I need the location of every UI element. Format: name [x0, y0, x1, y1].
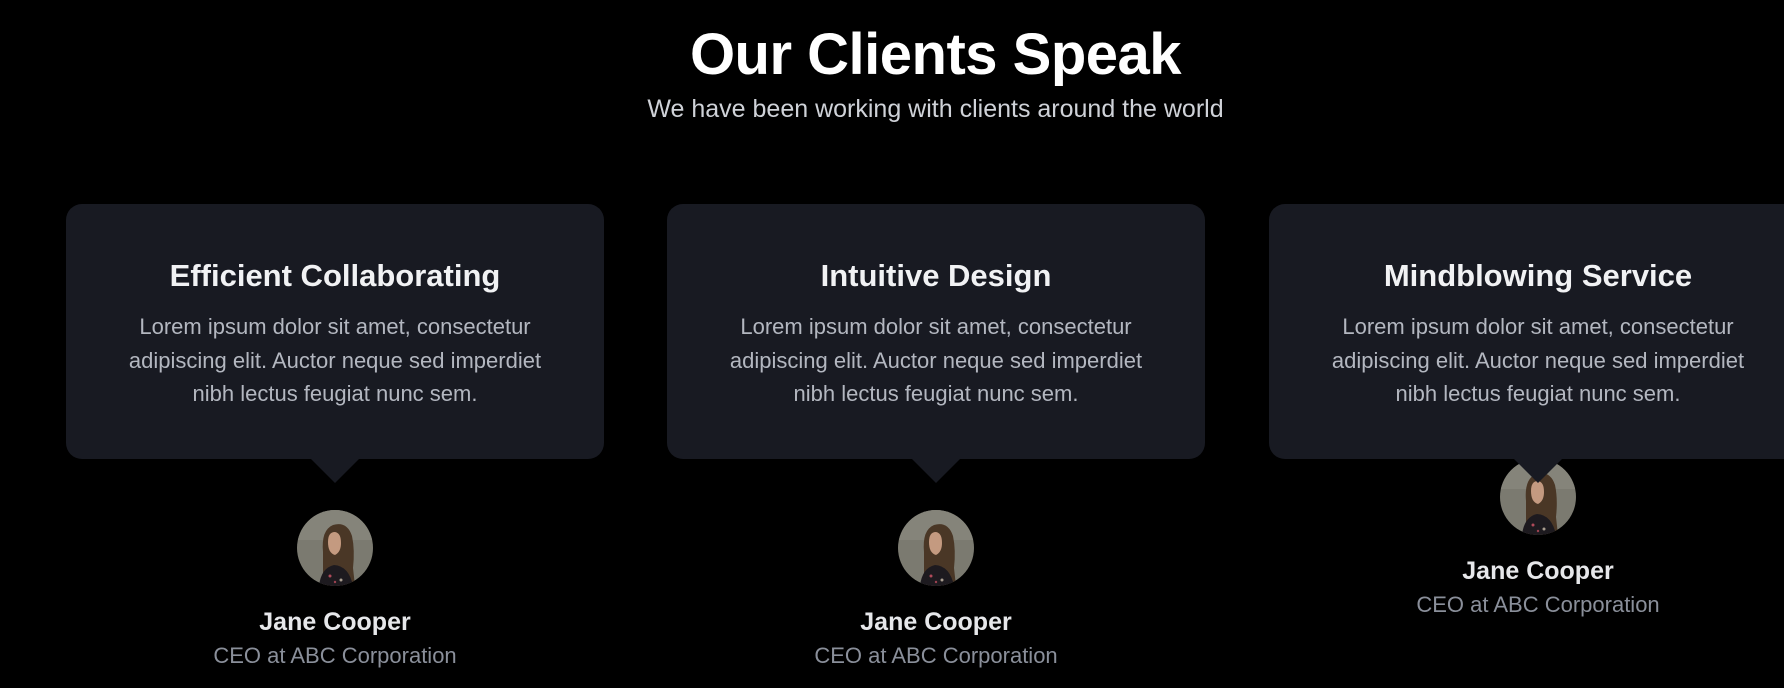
testimonial-title: Efficient Collaborating — [169, 258, 501, 293]
testimonial-text: Lorem ipsum dolor sit amet, consectetur … — [1331, 314, 1745, 406]
author-role: CEO at ABC Corporation — [1416, 592, 1660, 617]
testimonial-column-1: Efficient Collaborating Lorem ipsum dolo… — [66, 204, 604, 671]
author-name: Jane Cooper — [259, 608, 411, 636]
testimonial-card: Intuitive Design Lorem ipsum dolor sit a… — [667, 204, 1205, 483]
author-name: Jane Cooper — [1462, 557, 1614, 585]
author-role: CEO at ABC Corporation — [814, 643, 1058, 668]
testimonial-text: Lorem ipsum dolor sit amet, consectetur … — [729, 314, 1143, 406]
author-name: Jane Cooper — [860, 608, 1012, 636]
author-role: CEO at ABC Corporation — [213, 643, 457, 668]
avatar — [898, 510, 974, 586]
testimonials-section: Our Clients Speak We have been working w… — [0, 0, 1784, 688]
testimonial-text: Lorem ipsum dolor sit amet, consectetur … — [128, 314, 542, 406]
testimonial-column-2: Intuitive Design Lorem ipsum dolor sit a… — [667, 204, 1205, 671]
testimonial-card: Mindblowing Service Lorem ipsum dolor si… — [1269, 204, 1784, 483]
testimonial-author: Jane Cooper CEO at ABC Corporation — [66, 510, 604, 671]
testimonial-author: Jane Cooper CEO at ABC Corporation — [667, 510, 1205, 671]
testimonial-card: Efficient Collaborating Lorem ipsum dolo… — [66, 204, 604, 483]
avatar — [297, 510, 373, 586]
testimonial-title: Mindblowing Service — [1383, 258, 1693, 293]
testimonial-title: Intuitive Design — [820, 258, 1052, 293]
testimonial-column-3: Mindblowing Service Lorem ipsum dolor si… — [1269, 204, 1784, 620]
section-subtitle: We have been working with clients around… — [647, 95, 1224, 123]
section-title: Our Clients Speak — [689, 22, 1182, 87]
